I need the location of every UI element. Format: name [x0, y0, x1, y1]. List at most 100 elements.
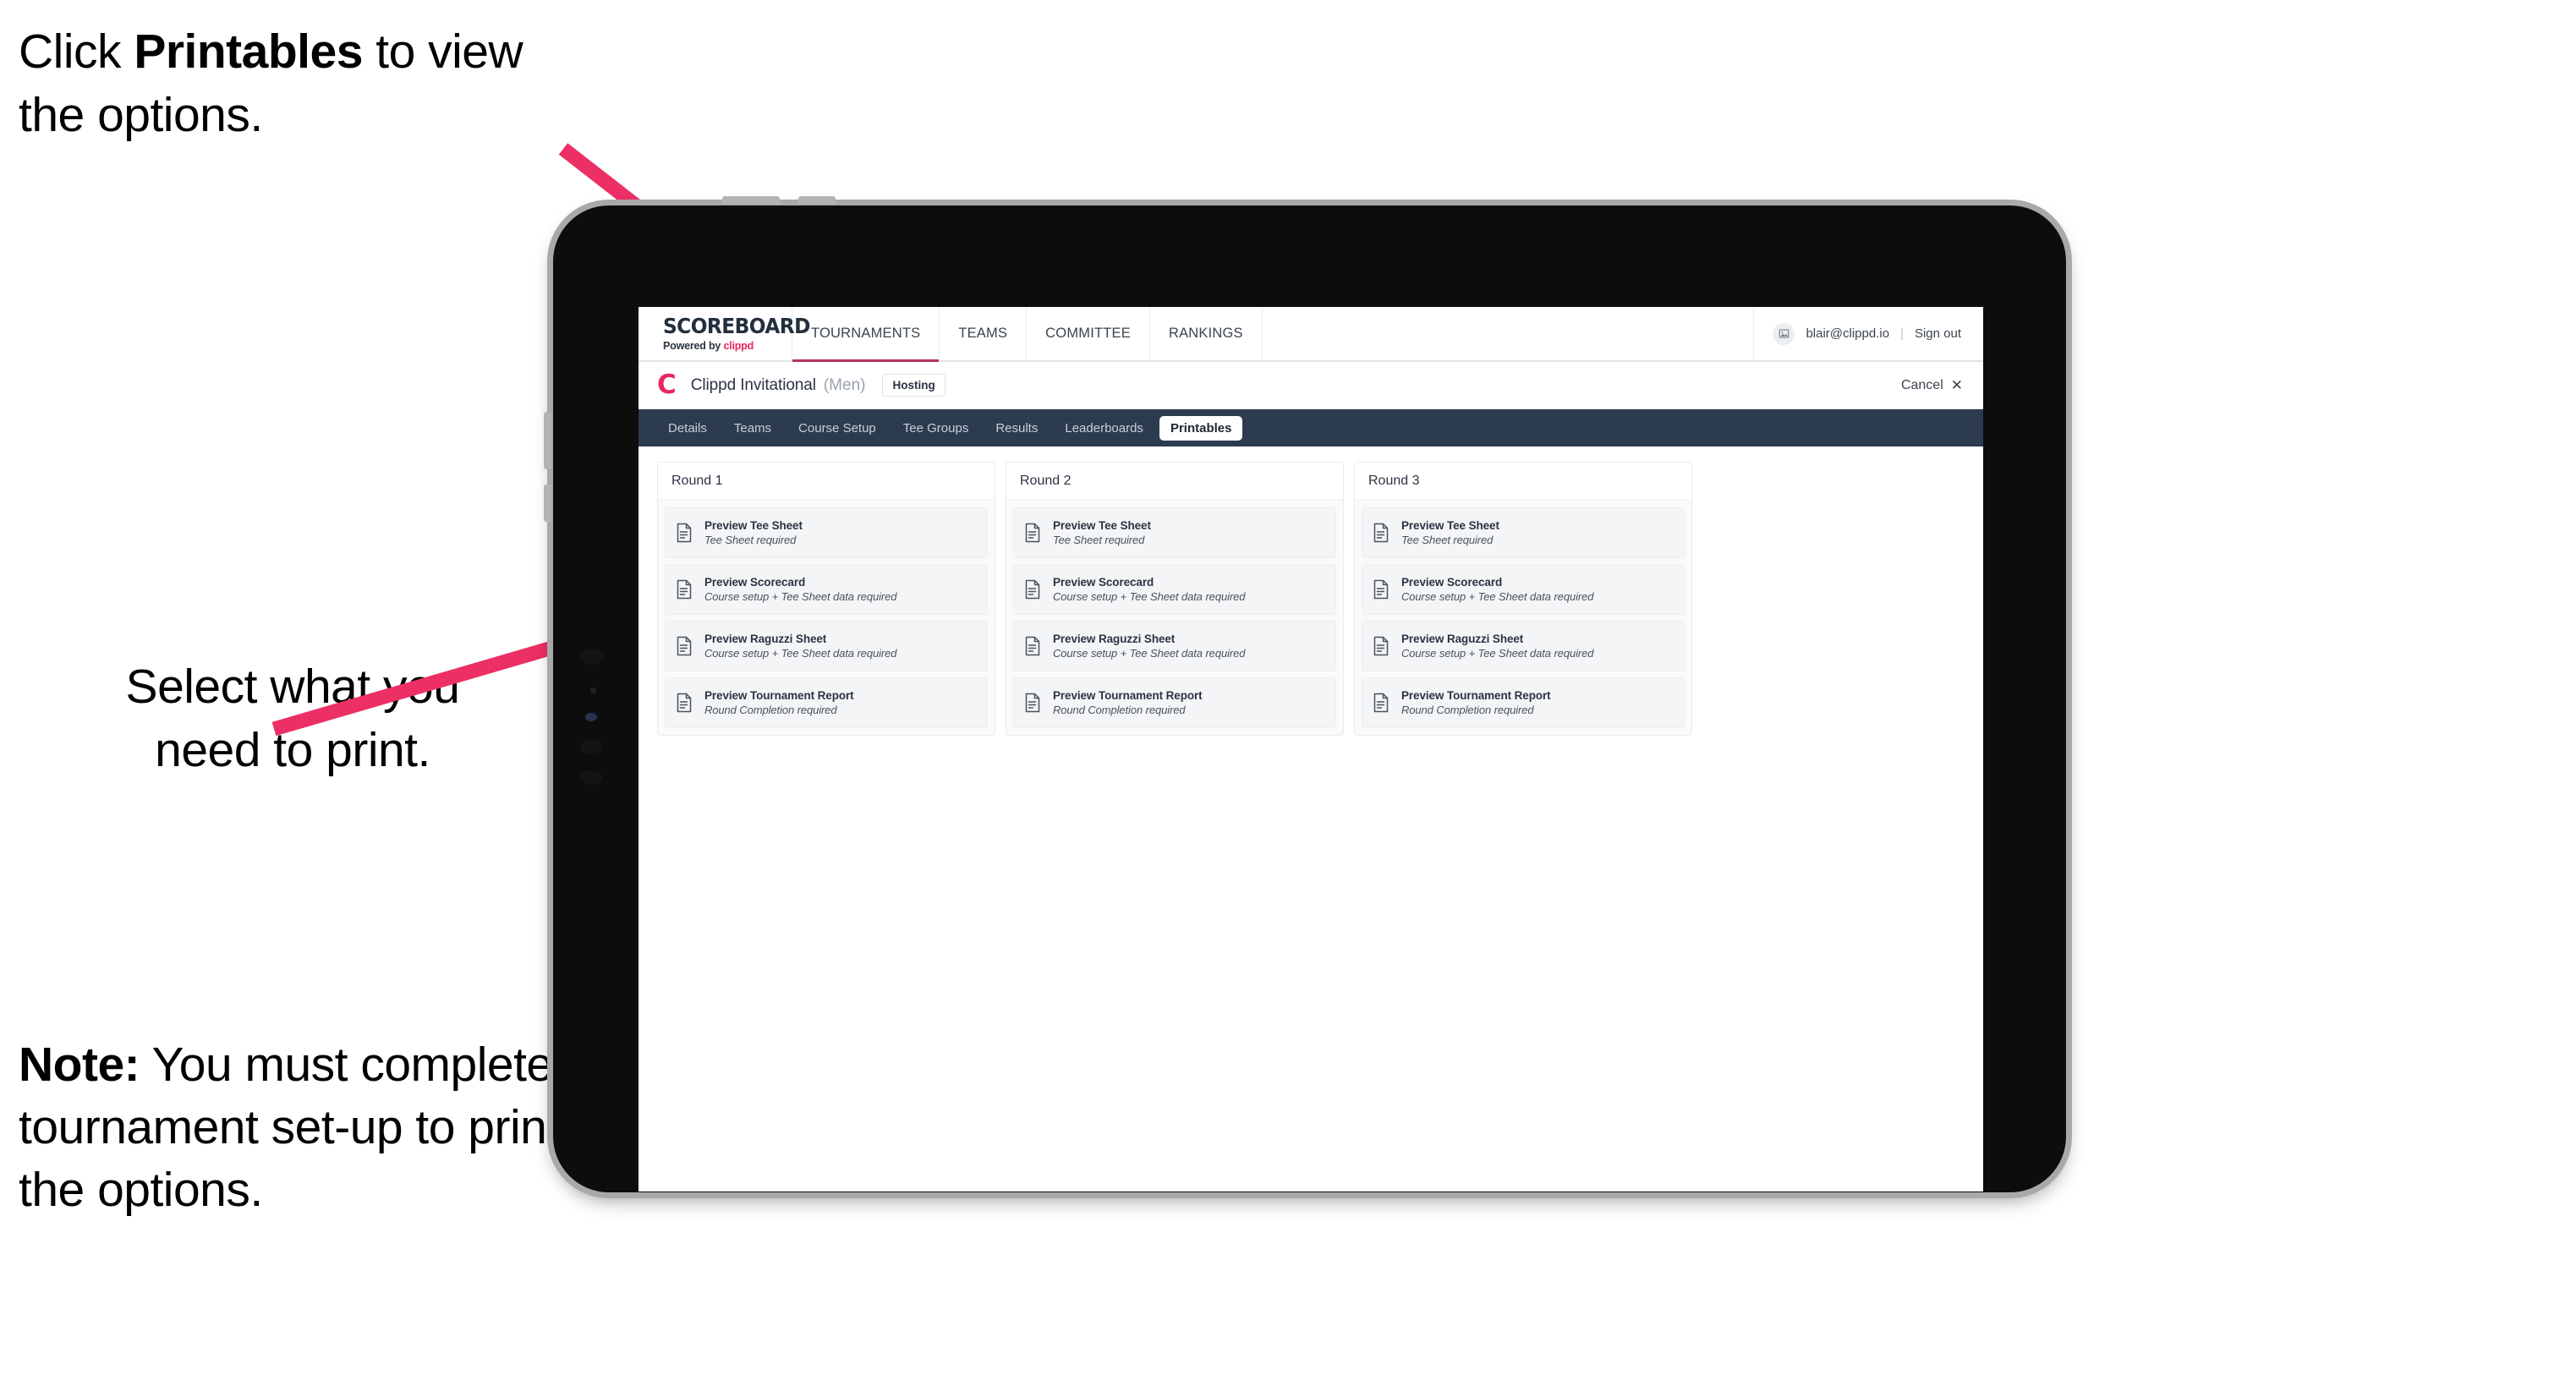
- printable-subtitle: Course setup + Tee Sheet data required: [1401, 590, 1594, 603]
- printable-subtitle: Course setup + Tee Sheet data required: [1401, 647, 1594, 660]
- printable-text: Preview Raguzzi Sheet Course setup + Tee…: [1401, 633, 1593, 660]
- round-header-1: Round 1: [658, 463, 995, 501]
- topnav-item-committee[interactable]: COMMITTEE: [1027, 307, 1150, 360]
- caption-click-bold: Printables: [134, 25, 363, 79]
- tablet-camera-dot: [585, 713, 597, 721]
- tab-label-teams: Teams: [733, 420, 772, 436]
- tablet-mic-dot: [590, 688, 596, 693]
- tablet-volume-button-down: [544, 485, 551, 522]
- tablet-speaker-dot-top: [580, 649, 604, 665]
- scoreboard-brand-logo[interactable]: SCOREBOARD Powered by clippd: [639, 307, 810, 360]
- cancel-button[interactable]: Cancel ✕: [1901, 378, 1963, 393]
- printable-subtitle: Tee Sheet required: [1401, 534, 1494, 546]
- printable-item-raguzzi-sheet[interactable]: Preview Raguzzi Sheet Course setup + Tee…: [1362, 621, 1685, 671]
- printable-item-scorecard[interactable]: Preview Scorecard Course setup + Tee She…: [1013, 564, 1336, 615]
- printable-item-tee-sheet[interactable]: Preview Tee Sheet Tee Sheet required: [1013, 507, 1336, 558]
- printable-item-tournament-report[interactable]: Preview Tournament Report Round Completi…: [665, 677, 988, 728]
- printable-title: Preview Tee Sheet: [1053, 519, 1151, 532]
- sign-out-link[interactable]: Sign out: [1915, 326, 1961, 341]
- clippd-logo-mark-icon: C: [657, 370, 677, 400]
- printable-item-tee-sheet[interactable]: Preview Tee Sheet Tee Sheet required: [1362, 507, 1685, 558]
- round-column-3: Round 3 Preview Tee Sheet Tee Sheet requ…: [1354, 462, 1692, 736]
- tablet-speaker-dot-bottom: [580, 770, 602, 785]
- printable-subtitle: Course setup + Tee Sheet data required: [1053, 590, 1246, 603]
- topnav-spacer: [1263, 307, 1755, 360]
- account-email: blair@clippd.io: [1806, 326, 1890, 341]
- printable-text: Preview Tournament Report Round Completi…: [1401, 689, 1551, 716]
- printable-item-tee-sheet[interactable]: Preview Tee Sheet Tee Sheet required: [665, 507, 988, 558]
- tournament-title-row: C Clippd Invitational (Men) Hosting Canc…: [639, 362, 1983, 409]
- round-column-1: Round 1 Preview Tee Sheet Tee Sheet requ…: [657, 462, 995, 736]
- printable-item-tournament-report[interactable]: Preview Tournament Report Round Completi…: [1362, 677, 1685, 728]
- document-icon: [1024, 579, 1041, 600]
- tablet-device-frame: SCOREBOARD Powered by clippd TOURNAMENTS…: [544, 196, 2066, 1192]
- tablet-top-button-2: [798, 196, 836, 204]
- printable-item-tournament-report[interactable]: Preview Tournament Report Round Completi…: [1013, 677, 1336, 728]
- round-body-1: Preview Tee Sheet Tee Sheet required Pre…: [658, 501, 995, 735]
- printable-subtitle: Round Completion required: [1053, 704, 1186, 716]
- printable-title: Preview Tournament Report: [1053, 689, 1203, 702]
- tab-results[interactable]: Results: [984, 416, 1049, 441]
- topnav-label-teams: TEAMS: [958, 326, 1008, 341]
- app-top-navbar: SCOREBOARD Powered by clippd TOURNAMENTS…: [639, 307, 1983, 362]
- tab-label-printables: Printables: [1170, 420, 1232, 436]
- printable-text: Preview Raguzzi Sheet Course setup + Tee…: [1053, 633, 1245, 660]
- printable-text: Preview Scorecard Course setup + Tee She…: [1053, 576, 1245, 603]
- brand-title: SCOREBOARD: [663, 314, 810, 338]
- printable-subtitle: Round Completion required: [704, 704, 837, 716]
- printable-text: Preview Tee Sheet Tee Sheet required: [704, 519, 803, 546]
- printables-content: Round 1 Preview Tee Sheet Tee Sheet requ…: [639, 446, 1983, 751]
- document-icon: [1373, 693, 1389, 713]
- tab-course-setup[interactable]: Course Setup: [787, 416, 887, 441]
- printable-title: Preview Raguzzi Sheet: [1401, 633, 1524, 645]
- round-header-3: Round 3: [1355, 463, 1691, 501]
- caption-select-print: Select what you need to print.: [125, 660, 460, 778]
- printable-subtitle: Course setup + Tee Sheet data required: [1053, 647, 1246, 660]
- printable-subtitle: Course setup + Tee Sheet data required: [704, 590, 897, 603]
- tab-details[interactable]: Details: [657, 416, 718, 441]
- caption-note-bold: Note:: [19, 1038, 140, 1092]
- document-icon: [1373, 579, 1389, 600]
- document-icon: [676, 636, 693, 656]
- topnav-label-tournaments: TOURNAMENTS: [811, 326, 921, 341]
- printable-title: Preview Raguzzi Sheet: [704, 633, 827, 645]
- tablet-speaker-dot-mid: [580, 740, 602, 754]
- tablet-top-button-1: [722, 196, 780, 204]
- topnav-item-rankings[interactable]: RANKINGS: [1150, 307, 1263, 360]
- tab-label-course-setup: Course Setup: [798, 420, 876, 436]
- account-area: blair@clippd.io | Sign out: [1754, 307, 1983, 360]
- document-icon: [1373, 523, 1389, 543]
- printable-title: Preview Scorecard: [704, 576, 806, 589]
- printable-item-raguzzi-sheet[interactable]: Preview Raguzzi Sheet Course setup + Tee…: [1013, 621, 1336, 671]
- tab-label-leaderboards: Leaderboards: [1065, 420, 1143, 436]
- round-body-3: Preview Tee Sheet Tee Sheet required Pre…: [1355, 501, 1691, 735]
- printable-subtitle: Course setup + Tee Sheet data required: [704, 647, 897, 660]
- tab-label-tee-groups: Tee Groups: [902, 420, 969, 436]
- cancel-label: Cancel: [1900, 377, 1943, 392]
- topnav-item-teams[interactable]: TEAMS: [940, 307, 1028, 360]
- app-screen: SCOREBOARD Powered by clippd TOURNAMENTS…: [639, 307, 1983, 1192]
- printable-title: Preview Tournament Report: [1401, 689, 1551, 702]
- round-column-2: Round 2 Preview Tee Sheet Tee Sheet requ…: [1006, 462, 1344, 736]
- printable-item-raguzzi-sheet[interactable]: Preview Raguzzi Sheet Course setup + Tee…: [665, 621, 988, 671]
- printable-item-scorecard[interactable]: Preview Scorecard Course setup + Tee She…: [1362, 564, 1685, 615]
- tab-teams[interactable]: Teams: [723, 416, 782, 441]
- printable-title: Preview Tee Sheet: [704, 519, 803, 532]
- account-divider: |: [1900, 326, 1904, 341]
- document-icon: [1024, 636, 1041, 656]
- tab-printables[interactable]: Printables: [1159, 415, 1243, 441]
- printable-item-scorecard[interactable]: Preview Scorecard Course setup + Tee She…: [665, 564, 988, 615]
- tab-tee-groups[interactable]: Tee Groups: [892, 416, 980, 441]
- caption-click-pre: Click: [19, 25, 134, 79]
- powered-by-prefix: Powered by: [663, 340, 724, 352]
- tab-leaderboards[interactable]: Leaderboards: [1054, 416, 1154, 441]
- printable-subtitle: Tee Sheet required: [704, 534, 797, 546]
- user-image-icon[interactable]: [1773, 322, 1795, 345]
- hosting-badge: Hosting: [882, 374, 945, 397]
- topnav-item-tournaments[interactable]: TOURNAMENTS: [792, 307, 940, 362]
- printable-title: Preview Tee Sheet: [1401, 519, 1499, 532]
- printable-text: Preview Tournament Report Round Completi…: [1053, 689, 1203, 716]
- printable-text: Preview Raguzzi Sheet Course setup + Tee…: [704, 633, 896, 660]
- close-x-icon: ✕: [1950, 377, 1963, 393]
- document-icon: [676, 693, 693, 713]
